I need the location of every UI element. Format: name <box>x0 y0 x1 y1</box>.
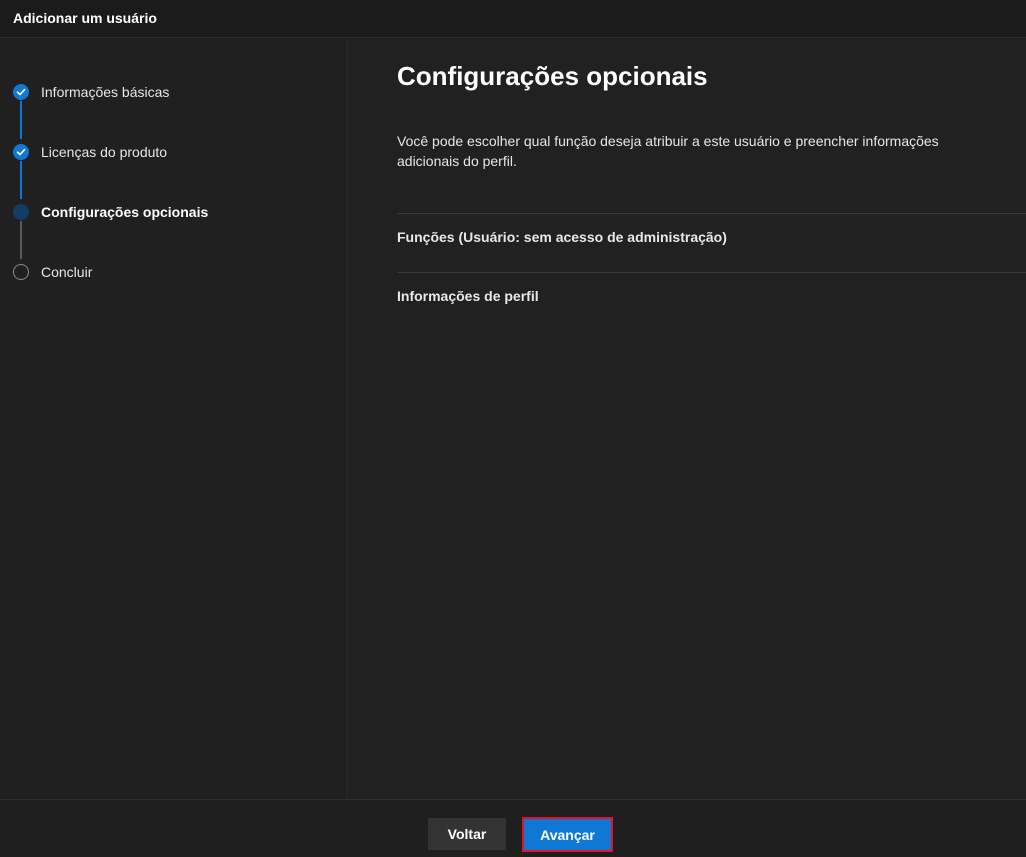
current-step-icon <box>13 204 29 220</box>
roles-section[interactable]: Funções (Usuário: sem acesso de administ… <box>397 213 1026 271</box>
page-title: Configurações opcionais <box>397 61 708 91</box>
window-title: Adicionar um usuário <box>13 10 157 26</box>
step-label: Licenças do produto <box>41 144 168 160</box>
step-optional-settings[interactable]: Configurações opcionais <box>0 197 348 227</box>
back-button[interactable]: Voltar <box>428 818 506 850</box>
checkmark-icon <box>13 84 29 100</box>
next-button[interactable]: Avançar <box>522 817 613 852</box>
step-basic-info[interactable]: Informações básicas <box>0 77 348 107</box>
step-label: Informações básicas <box>41 84 170 100</box>
checkmark-icon <box>13 144 29 160</box>
main-panel: Configurações opcionais Você pode escolh… <box>349 39 1026 799</box>
profile-info-section[interactable]: Informações de perfil <box>397 272 1026 330</box>
profile-info-section-label: Informações de perfil <box>397 288 539 304</box>
title-bar: Adicionar um usuário <box>0 0 1026 38</box>
step-finish: Concluir <box>0 257 348 287</box>
roles-section-label: Funções (Usuário: sem acesso de administ… <box>397 229 727 245</box>
step-label: Configurações opcionais <box>41 204 209 220</box>
step-label: Concluir <box>41 264 93 280</box>
step-product-licenses[interactable]: Licenças do produto <box>0 137 348 167</box>
footer: Voltar Avançar <box>0 799 1026 857</box>
wizard-stepper: Informações básicas Licenças do produto … <box>0 39 348 799</box>
page-description: Você pode escolher qual função deseja at… <box>397 133 939 169</box>
empty-circle-icon <box>13 264 29 280</box>
